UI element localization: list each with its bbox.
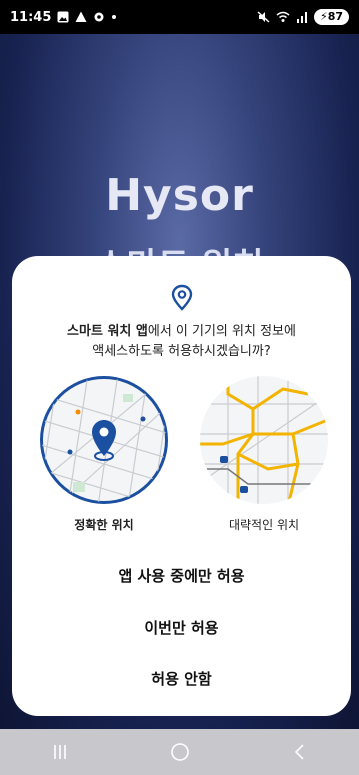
precise-location-label: 정확한 위치 <box>74 518 134 532</box>
approximate-location-map-icon <box>200 376 328 504</box>
allow-while-using-button[interactable]: 앱 사용 중에만 허용 <box>12 565 351 586</box>
precise-location-option[interactable]: 정확한 위치 <box>38 374 170 533</box>
wifi-icon <box>276 11 290 22</box>
battery-indicator: ⚡87 <box>313 9 349 25</box>
clock: 11:45 <box>10 9 52 25</box>
mute-icon <box>257 11 270 23</box>
location-permission-dialog: 스마트 워치 앱에서 이 기기의 위치 정보에 액세스하도록 허용하시겠습니까? <box>12 256 351 716</box>
deny-button[interactable]: 허용 안함 <box>12 668 351 689</box>
gallery-icon <box>57 11 69 23</box>
recent-apps-icon[interactable] <box>50 742 70 762</box>
back-icon[interactable] <box>290 742 310 762</box>
alert-icon <box>75 11 87 22</box>
location-pin-icon <box>171 284 193 311</box>
app-title: Hysor <box>105 170 254 221</box>
approximate-location-option[interactable]: 대략적인 위치 <box>198 374 330 533</box>
approximate-location-label: 대략적인 위치 <box>228 518 300 532</box>
settings-icon <box>94 12 104 22</box>
precise-location-map-icon <box>40 376 168 504</box>
signal-icon <box>296 12 307 23</box>
status-bar: 11:45 ⚡87 <box>0 0 359 34</box>
app-name: 스마트 워치 앱 <box>67 324 148 339</box>
allow-once-button[interactable]: 이번만 허용 <box>12 617 351 638</box>
dot-icon <box>112 15 117 19</box>
home-icon[interactable] <box>169 741 191 763</box>
permission-message: 스마트 워치 앱에서 이 기기의 위치 정보에 액세스하도록 허용하시겠습니까? <box>67 324 296 359</box>
navigation-bar <box>0 729 359 775</box>
